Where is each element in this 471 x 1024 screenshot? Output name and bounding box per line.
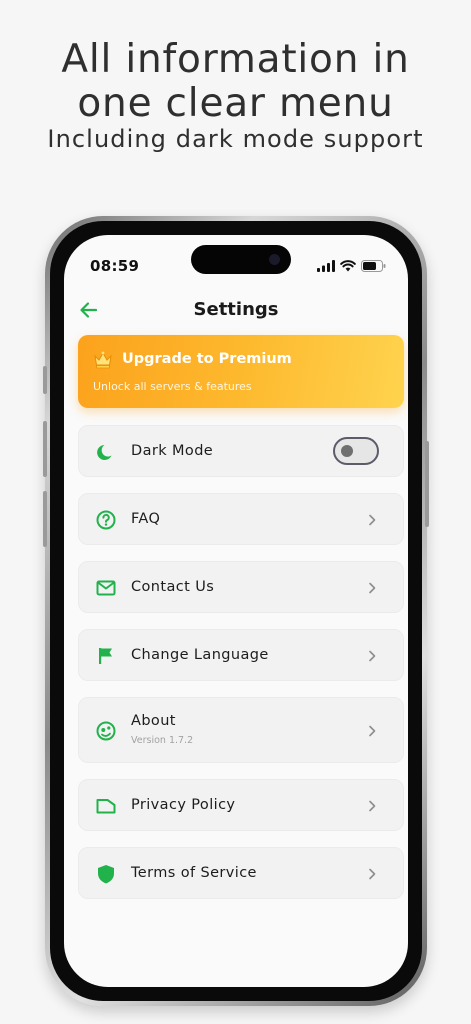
envelope-icon bbox=[96, 580, 116, 596]
question-circle-icon bbox=[96, 510, 116, 530]
battery-icon bbox=[361, 260, 386, 272]
flag-icon bbox=[99, 648, 112, 664]
status-time: 08:59 bbox=[90, 257, 140, 275]
volume-up-button bbox=[43, 421, 47, 477]
document-icon bbox=[96, 799, 116, 814]
signal-icon bbox=[317, 260, 335, 272]
status-icons bbox=[317, 259, 386, 273]
phone-bezel: 08:59 Settings Upgrade to Premium Unlock… bbox=[50, 221, 422, 1001]
headline-line-2: one clear menu bbox=[77, 81, 394, 126]
about-label: About bbox=[131, 713, 176, 729]
page-title: Settings bbox=[193, 299, 279, 320]
settings-item-contact-us[interactable]: Contact Us bbox=[78, 561, 404, 613]
settings-item-change-language[interactable]: Change Language bbox=[78, 629, 404, 681]
wifi-icon bbox=[340, 260, 356, 272]
face-icon bbox=[96, 721, 116, 741]
upgrade-premium-banner[interactable]: Upgrade to Premium Unlock all servers & … bbox=[78, 335, 404, 408]
dynamic-island bbox=[191, 245, 291, 274]
volume-down-button bbox=[43, 491, 47, 547]
shield-icon bbox=[98, 865, 114, 884]
settings-item-faq[interactable]: FAQ bbox=[78, 493, 404, 545]
settings-item-dark-mode: Dark Mode bbox=[78, 425, 404, 477]
settings-item-privacy-policy[interactable]: Privacy Policy bbox=[78, 779, 404, 831]
chevron-right-icon bbox=[369, 650, 376, 662]
premium-title: Upgrade to Premium bbox=[122, 351, 292, 367]
dark-mode-label: Dark Mode bbox=[131, 443, 214, 459]
chevron-right-icon bbox=[369, 582, 376, 594]
settings-item-about[interactable]: About Version 1.7.2 bbox=[78, 697, 404, 763]
crown-icon bbox=[94, 351, 112, 369]
chevron-right-icon bbox=[369, 514, 376, 526]
privacy-policy-label: Privacy Policy bbox=[131, 797, 236, 813]
chevron-right-icon bbox=[369, 868, 376, 880]
camera-icon bbox=[269, 254, 280, 265]
faq-label: FAQ bbox=[131, 511, 161, 527]
phone-screen: 08:59 Settings Upgrade to Premium Unlock… bbox=[64, 235, 408, 987]
headline-line-1: All information in bbox=[61, 37, 410, 82]
change-language-label: Change Language bbox=[131, 647, 269, 663]
chevron-right-icon bbox=[369, 800, 376, 812]
settings-item-terms-of-service[interactable]: Terms of Service bbox=[78, 847, 404, 899]
contact-us-label: Contact Us bbox=[131, 579, 215, 595]
terms-of-service-label: Terms of Service bbox=[131, 865, 257, 881]
premium-subtitle: Unlock all servers & features bbox=[93, 380, 252, 393]
phone-mockup: 08:59 Settings Upgrade to Premium Unlock… bbox=[43, 216, 429, 1006]
toggle-knob bbox=[341, 445, 353, 457]
headline-subtitle: Including dark mode support bbox=[47, 125, 424, 153]
chevron-right-icon bbox=[369, 725, 376, 737]
dark-mode-toggle[interactable] bbox=[333, 437, 379, 465]
app-version: Version 1.7.2 bbox=[131, 735, 194, 746]
moon-icon bbox=[97, 445, 112, 460]
marketing-headline: All information in one clear menu Includ… bbox=[0, 38, 471, 154]
power-button bbox=[425, 441, 429, 527]
action-button bbox=[43, 366, 47, 394]
